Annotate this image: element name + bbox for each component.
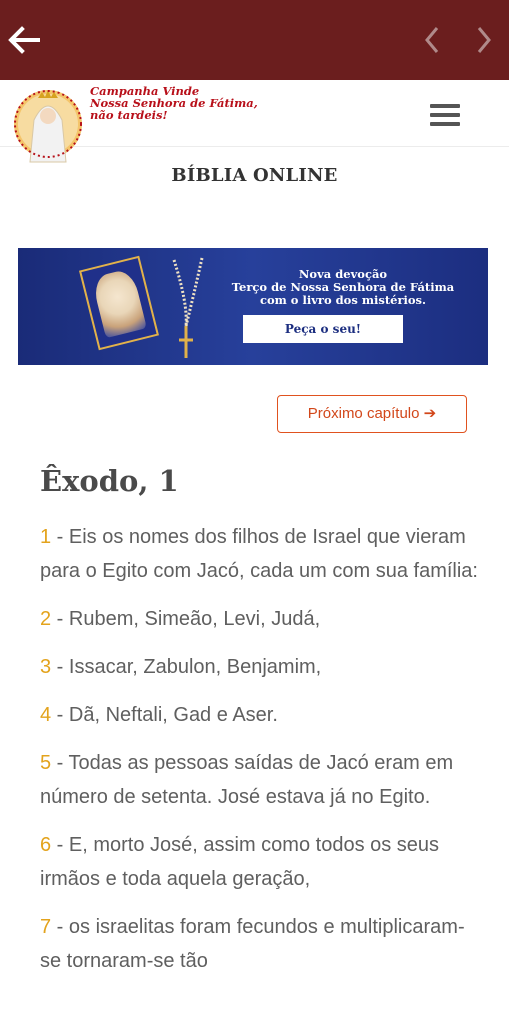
verse-text: - Issacar, Zabulon, Benjamim, bbox=[51, 656, 322, 678]
chevron-left-icon[interactable] bbox=[418, 24, 446, 56]
banner-line: com o livro dos mistérios. bbox=[259, 293, 427, 307]
verse-text: - Dã, Neftali, Gad e Aser. bbox=[51, 704, 278, 726]
banner-text: Nova devoção Terço de Nossa Senhora de F… bbox=[218, 268, 468, 307]
back-arrow-icon[interactable] bbox=[4, 20, 44, 60]
verse-item: 2 - Rubem, Simeão, Levi, Judá, bbox=[40, 602, 480, 636]
verse-item: 1 - Eis os nomes dos filhos de Israel qu… bbox=[40, 520, 480, 588]
verse-text: - E, morto José, assim como todos os seu… bbox=[40, 834, 440, 890]
verse-item: 4 - Dã, Neftali, Gad e Aser. bbox=[40, 698, 480, 732]
logo-line: não tardeis! bbox=[90, 108, 168, 122]
verse-text: - Rubem, Simeão, Levi, Judá, bbox=[51, 608, 321, 630]
verse-item: 5 - Todas as pessoas saídas de Jacó eram… bbox=[40, 746, 480, 814]
site-logo-text[interactable]: Campanha Vinde Nossa Senhora de Fátima, … bbox=[90, 85, 258, 121]
our-lady-logo-icon[interactable] bbox=[14, 82, 84, 170]
verse-number: 1 bbox=[40, 526, 52, 548]
order-button[interactable]: Peça o seu! bbox=[243, 315, 403, 343]
verse-text: - Todas as pessoas saídas de Jacó eram e… bbox=[40, 752, 454, 808]
chapter-title: Êxodo, 1 bbox=[40, 464, 179, 498]
verse-text: - Eis os nomes dos filhos de Israel que … bbox=[40, 526, 478, 582]
verse-number: 3 bbox=[40, 656, 52, 678]
rosary-banner[interactable]: Nova devoção Terço de Nossa Senhora de F… bbox=[18, 248, 488, 365]
verse-number: 4 bbox=[40, 704, 52, 726]
verse-number: 7 bbox=[40, 916, 52, 938]
verse-item: 7 - os israelitas foram fecundos e multi… bbox=[40, 910, 480, 978]
verse-item: 3 - Issacar, Zabulon, Benjamim, bbox=[40, 650, 480, 684]
verse-number: 6 bbox=[40, 834, 52, 856]
next-chapter-button[interactable]: Próximo capítulo ➔ bbox=[277, 395, 467, 433]
verse-list: 1 - Eis os nomes dos filhos de Israel qu… bbox=[40, 520, 480, 992]
hamburger-menu-icon[interactable] bbox=[430, 104, 460, 128]
verse-text: - os israelitas foram fecundos e multipl… bbox=[40, 916, 465, 972]
mysteries-book-image bbox=[79, 255, 159, 351]
site-header: Campanha Vinde Nossa Senhora de Fátima, … bbox=[0, 80, 509, 163]
app-top-bar bbox=[0, 0, 509, 80]
chevron-right-icon[interactable] bbox=[470, 24, 498, 56]
section-title: BÍBLIA ONLINE bbox=[171, 165, 338, 186]
verse-number: 2 bbox=[40, 608, 52, 630]
verse-number: 5 bbox=[40, 752, 52, 774]
verse-item: 6 - E, morto José, assim como todos os s… bbox=[40, 828, 480, 896]
rosary-image bbox=[168, 254, 208, 364]
